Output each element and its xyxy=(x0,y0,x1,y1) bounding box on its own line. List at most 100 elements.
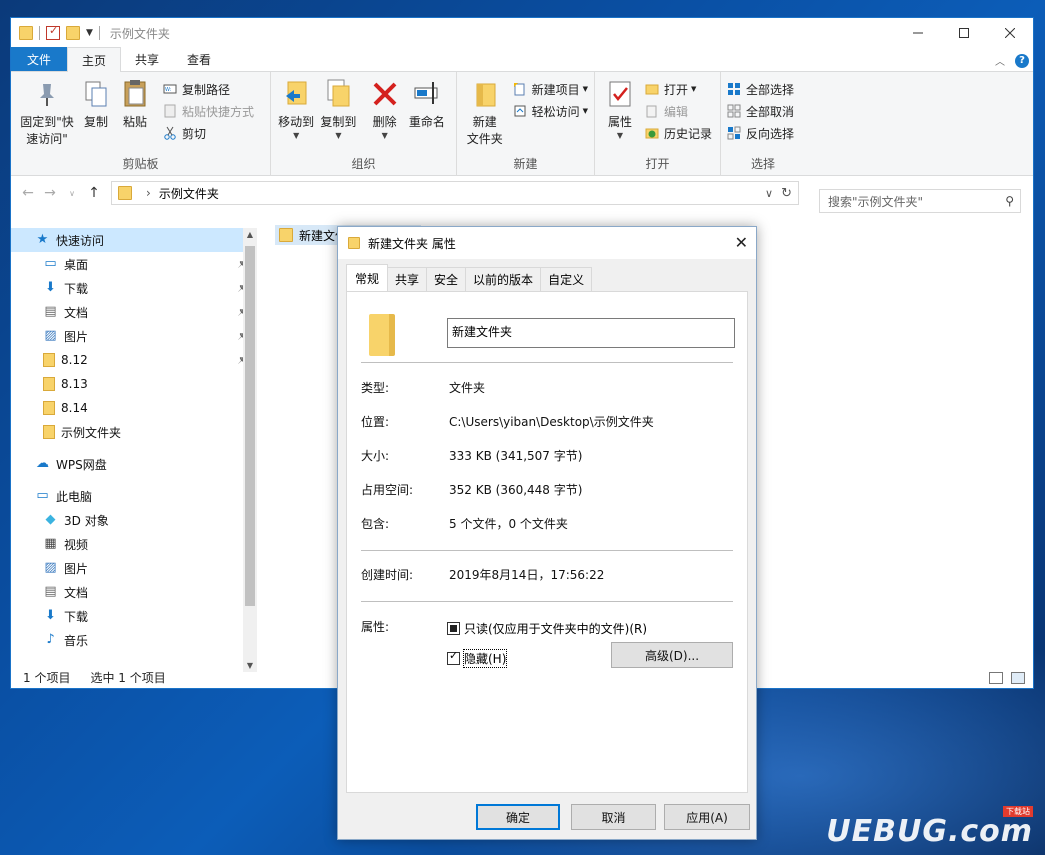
download-icon: ⬇ xyxy=(45,608,56,623)
select-none-icon xyxy=(727,104,741,118)
hidden-check-box[interactable] xyxy=(447,649,460,665)
chevron-down-icon: ▼ xyxy=(381,131,388,140)
folder-name-field[interactable]: 新建文件夹 xyxy=(447,318,735,348)
close-icon[interactable]: ✕ xyxy=(735,233,748,252)
readonly-checkbox[interactable]: 只读(仅应用于文件夹中的文件)(R) xyxy=(447,620,647,637)
details-view-icon[interactable] xyxy=(989,672,1003,684)
chevron-down-icon[interactable]: ▼ xyxy=(86,28,93,38)
advanced-button[interactable]: 高级(D)... xyxy=(611,642,733,668)
chevron-down-icon: ▼ xyxy=(582,85,588,93)
back-icon[interactable]: ← xyxy=(17,185,39,201)
folder-icon xyxy=(43,377,55,391)
divider xyxy=(361,362,733,363)
tab-previous-versions[interactable]: 以前的版本 xyxy=(465,267,542,291)
sidebar-item[interactable]: ▭ 此电脑 xyxy=(11,484,257,508)
close-button[interactable] xyxy=(987,18,1033,48)
open-button[interactable]: 打开 ▼ xyxy=(645,78,712,100)
cut-button[interactable]: 剪切 xyxy=(163,122,254,144)
picture-icon: ▨ xyxy=(44,328,57,343)
watermark-tag: 下载站 xyxy=(1003,806,1033,817)
sidebar-item[interactable]: 8.14 xyxy=(11,396,257,420)
contains-label: 包含: xyxy=(361,517,390,531)
select-none-button[interactable]: 全部取消 xyxy=(727,100,794,122)
minimize-icon xyxy=(913,32,923,34)
tab-security[interactable]: 安全 xyxy=(426,267,467,291)
minimize-button[interactable] xyxy=(895,18,941,48)
sidebar-item[interactable]: ▤ 文档 xyxy=(11,580,257,604)
ribbon: 固定到"快速访问" 复制 粘贴 W: 复制路径 粘贴快捷方式 剪切 剪贴板 移动… xyxy=(11,72,1033,176)
address-box[interactable]: › 示例文件夹 ∨ ↻ xyxy=(111,181,799,205)
sidebar-item[interactable]: ▨ 图片 xyxy=(11,556,257,580)
folder-icon xyxy=(118,186,132,200)
breadcrumb[interactable]: 示例文件夹 xyxy=(159,185,219,202)
sidebar-item[interactable]: 8.12📌 xyxy=(11,348,257,372)
tab-file[interactable]: 文件 xyxy=(11,47,67,71)
tab-customize[interactable]: 自定义 xyxy=(540,267,593,291)
scroll-thumb[interactable] xyxy=(245,246,255,606)
sidebar-item[interactable]: ⬇ 下载 xyxy=(11,604,257,628)
chevron-down-icon: ▼ xyxy=(616,131,624,140)
navigation-scrollbar[interactable]: ▲ ▼ xyxy=(243,228,257,672)
sidebar-item[interactable]: ▨图片📌 xyxy=(11,324,257,348)
sidebar-item[interactable]: ★ 快速访问 xyxy=(11,228,257,252)
sidebar-item[interactable]: ▤文档📌 xyxy=(11,300,257,324)
item-count: 1 个项目 xyxy=(23,670,71,685)
sidebar-item[interactable]: 示例文件夹 xyxy=(11,420,257,444)
paste-shortcut-button[interactable]: 粘贴快捷方式 xyxy=(163,100,254,122)
new-folder-quick-icon[interactable] xyxy=(66,26,80,40)
sidebar-item[interactable]: 8.13 xyxy=(11,372,257,396)
created-label: 创建时间: xyxy=(361,568,414,582)
maximize-button[interactable] xyxy=(941,18,987,48)
ribbon-tabs: 文件 主页 共享 查看 ︿ ? xyxy=(11,47,1033,72)
select-all-button[interactable]: 全部选择 xyxy=(727,78,794,100)
recent-locations-icon[interactable]: ∨ xyxy=(61,189,83,198)
copy-path-button[interactable]: W: 复制路径 xyxy=(163,78,254,100)
tab-sharing[interactable]: 共享 xyxy=(387,267,428,291)
sidebar-item[interactable]: ♪ 音乐 xyxy=(11,628,257,652)
new-item-button[interactable]: 新建项目 ▼ xyxy=(513,78,588,100)
sidebar-item[interactable]: ☁ WPS网盘 xyxy=(11,452,257,476)
new-item-icon xyxy=(513,83,525,96)
easy-access-button[interactable]: 轻松访问 ▼ xyxy=(513,100,588,122)
history-button[interactable]: 历史记录 xyxy=(645,122,712,144)
tab-share[interactable]: 共享 xyxy=(121,47,173,71)
maximize-icon xyxy=(959,28,969,38)
hidden-checkbox[interactable]: 隐藏(H) xyxy=(447,649,508,668)
tab-general[interactable]: 常规 xyxy=(346,264,389,291)
music-icon: ♪ xyxy=(46,632,55,647)
sidebar-item[interactable]: ▭桌面📌 xyxy=(11,252,257,276)
cancel-button[interactable]: 取消 xyxy=(571,804,656,830)
scroll-up-icon[interactable]: ▲ xyxy=(243,230,257,239)
up-icon[interactable]: ↑ xyxy=(83,185,105,201)
tab-view[interactable]: 查看 xyxy=(173,47,225,71)
new-folder-icon xyxy=(476,83,496,107)
address-dropdown-icon[interactable]: ∨ xyxy=(765,187,773,200)
invert-selection-button[interactable]: 反向选择 xyxy=(727,122,794,144)
collapse-ribbon-icon[interactable]: ︿ xyxy=(995,53,1005,68)
sidebar-item[interactable]: ◆ 3D 对象 xyxy=(11,508,257,532)
large-icons-view-icon[interactable] xyxy=(1011,672,1025,684)
forward-icon[interactable]: → xyxy=(39,185,61,201)
readonly-check-box[interactable] xyxy=(447,622,460,635)
search-icon[interactable]: ⚲ xyxy=(1005,194,1014,208)
search-input[interactable]: 搜索"示例文件夹" ⚲ xyxy=(819,189,1021,213)
properties-quick-icon[interactable] xyxy=(46,24,60,40)
sidebar-item-label: 音乐 xyxy=(64,633,89,648)
edit-button[interactable]: 编辑 xyxy=(645,100,712,122)
ribbon-group-clipboard: 固定到"快速访问" 复制 粘贴 W: 复制路径 粘贴快捷方式 剪切 剪贴板 xyxy=(11,72,271,176)
refresh-icon[interactable]: ↻ xyxy=(781,186,792,201)
sidebar-item[interactable]: ⬇下载📌 xyxy=(11,276,257,300)
tab-home[interactable]: 主页 xyxy=(67,47,122,72)
help-icon[interactable]: ? xyxy=(1015,53,1029,68)
scissors-icon xyxy=(164,126,176,140)
ribbon-group-label: 组织 xyxy=(351,157,376,171)
ok-button[interactable]: 确定 xyxy=(476,804,560,830)
apply-button[interactable]: 应用(A) xyxy=(664,804,750,830)
hidden-label: 隐藏(H) xyxy=(462,649,508,668)
sidebar-item[interactable]: ▦ 视频 xyxy=(11,532,257,556)
properties-icon xyxy=(609,81,631,107)
sidebar-item-label: 文档 xyxy=(64,305,89,320)
copy-to-icon xyxy=(327,79,350,107)
selected-count: 选中 1 个项目 xyxy=(90,670,166,685)
move-to-icon xyxy=(286,81,307,105)
